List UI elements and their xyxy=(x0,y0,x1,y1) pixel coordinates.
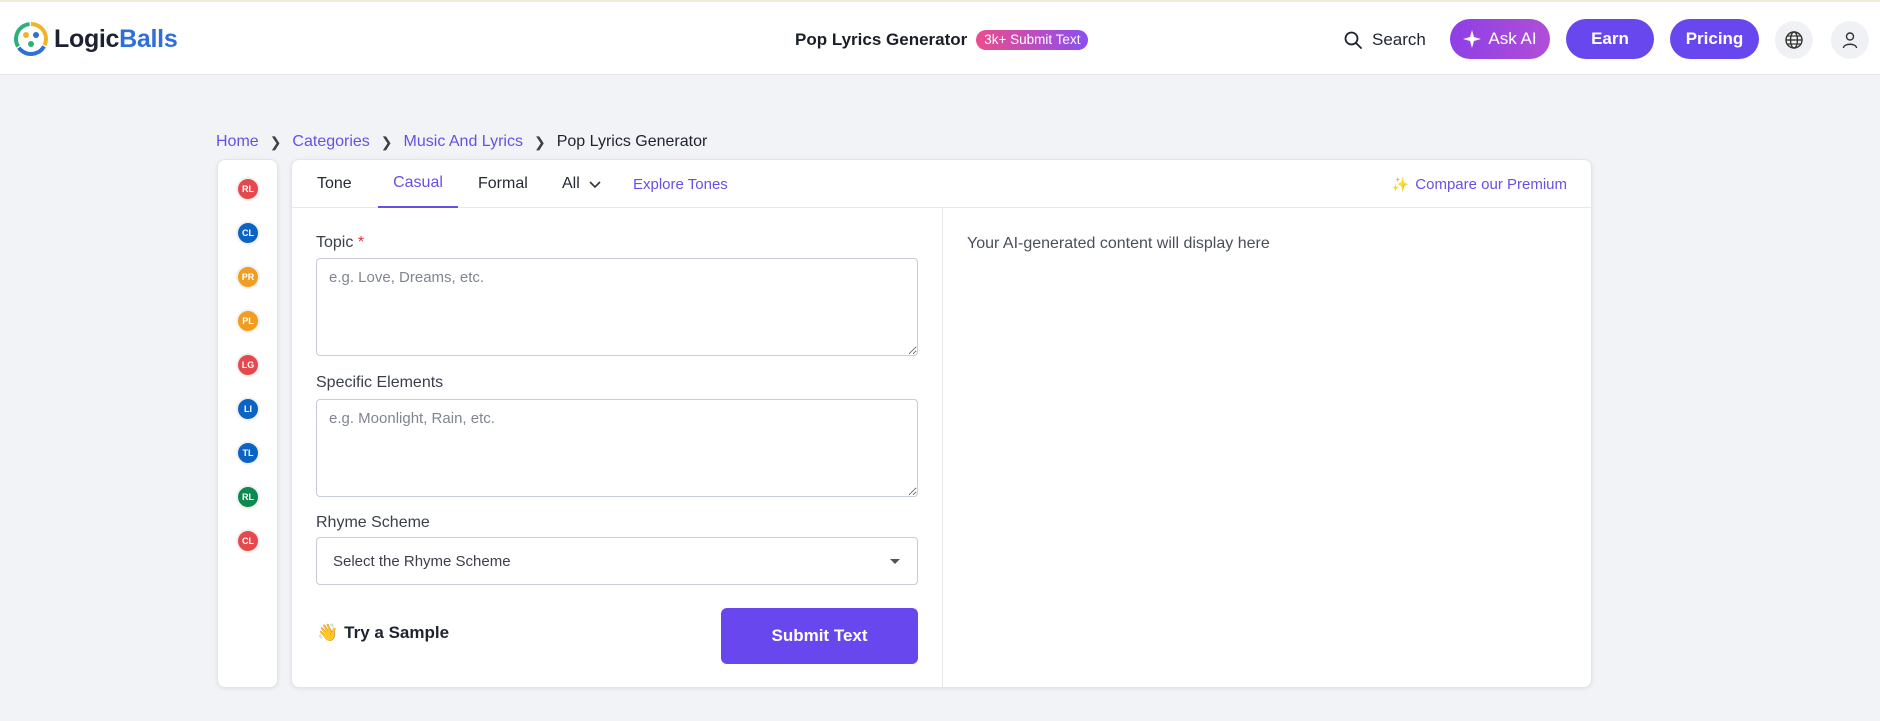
specific-elements-label: Specific Elements xyxy=(316,374,444,391)
output-placeholder: Your AI-generated content will display h… xyxy=(967,235,1270,252)
ask-ai-label: Ask AI xyxy=(1488,29,1537,48)
logo[interactable]: LogicBalls xyxy=(12,20,178,58)
tool-avatar[interactable]: RL xyxy=(236,485,260,509)
tab-all-label: All xyxy=(562,175,580,192)
rhyme-scheme-value: Select the Rhyme Scheme xyxy=(333,552,511,570)
search-label: Search xyxy=(1372,30,1426,49)
account-button[interactable] xyxy=(1831,21,1869,59)
rhyme-scheme-label: Rhyme Scheme xyxy=(316,514,430,531)
usage-badge: 3k+ Submit Text xyxy=(976,30,1089,50)
tool-avatar[interactable]: CL xyxy=(236,221,260,245)
ask-ai-button[interactable]: Ask AI xyxy=(1450,19,1550,59)
tool-avatar[interactable]: LG xyxy=(236,353,260,377)
logo-text: LogicBalls xyxy=(54,24,178,54)
required-marker: * xyxy=(357,234,365,251)
chevron-down-icon xyxy=(589,181,601,189)
input-form: Topic * Specific Elements Rhyme Scheme S… xyxy=(292,208,942,687)
topic-input[interactable] xyxy=(316,258,918,356)
tone-tabs: Tone Casual Formal All Explore Tones ✨ C… xyxy=(292,160,1591,208)
submit-button[interactable]: Submit Text xyxy=(721,608,918,664)
try-sample-button[interactable]: 👋 Try a Sample xyxy=(317,621,449,645)
globe-icon xyxy=(1785,31,1803,49)
sparkle-icon xyxy=(1463,30,1482,48)
compare-premium-label: Compare our Premium xyxy=(1415,175,1567,193)
tool-avatar[interactable]: TL xyxy=(236,441,260,465)
page-title: Pop Lyrics Generator xyxy=(795,30,968,49)
related-tools-rail: RL CL PR PL LG LI TL RL CL xyxy=(217,159,278,688)
tab-tone[interactable]: Tone xyxy=(317,160,352,208)
chevron-right-icon: ❯ xyxy=(533,133,546,150)
rhyme-scheme-select[interactable]: Select the Rhyme Scheme xyxy=(316,537,918,585)
breadcrumb-current: Pop Lyrics Generator xyxy=(556,133,708,150)
pricing-button[interactable]: Pricing xyxy=(1670,19,1759,59)
search-icon xyxy=(1344,31,1362,49)
tool-avatar[interactable]: PL xyxy=(236,309,260,333)
tab-casual[interactable]: Casual xyxy=(378,160,458,208)
user-icon xyxy=(1842,32,1858,49)
tab-all-dropdown[interactable]: All xyxy=(562,160,602,208)
waving-hand-icon: 👋 xyxy=(317,623,339,642)
pane-divider xyxy=(942,208,943,687)
breadcrumb-home[interactable]: Home xyxy=(216,133,259,151)
topic-label-text: Topic xyxy=(316,234,354,251)
logo-icon xyxy=(14,22,48,56)
chevron-right-icon: ❯ xyxy=(269,133,282,150)
tab-formal[interactable]: Formal xyxy=(478,160,528,208)
tool-avatar[interactable]: PR xyxy=(236,265,260,289)
tool-avatar[interactable]: RL xyxy=(236,177,260,201)
earn-button[interactable]: Earn xyxy=(1566,19,1654,59)
logo-word-logic: Logic xyxy=(54,24,120,53)
tool-avatar[interactable]: CL xyxy=(236,529,260,553)
explore-tones-link[interactable]: Explore Tones xyxy=(633,160,728,208)
breadcrumb-categories[interactable]: Categories xyxy=(292,133,369,151)
caret-down-icon xyxy=(890,559,900,564)
sparkles-icon: ✨ xyxy=(1391,175,1410,192)
topic-label: Topic * xyxy=(316,234,364,252)
search-button[interactable]: Search xyxy=(1343,26,1426,54)
generator-card: Tone Casual Formal All Explore Tones ✨ C… xyxy=(291,159,1592,688)
tool-title: Pop Lyrics Generator 3k+ Submit Text xyxy=(795,28,1089,52)
breadcrumb-music-and-lyrics[interactable]: Music And Lyrics xyxy=(404,133,523,151)
tool-avatar[interactable]: LI xyxy=(236,397,260,421)
try-sample-label: Try a Sample xyxy=(344,623,450,642)
breadcrumb: Home ❯ Categories ❯ Music And Lyrics ❯ P… xyxy=(216,131,707,153)
specific-elements-input[interactable] xyxy=(316,399,918,497)
top-header: LogicBalls Pop Lyrics Generator 3k+ Subm… xyxy=(0,2,1880,75)
compare-premium-link[interactable]: ✨ Compare our Premium xyxy=(1392,160,1567,208)
language-button[interactable] xyxy=(1775,21,1813,59)
logo-word-balls: Balls xyxy=(119,24,178,53)
chevron-right-icon: ❯ xyxy=(380,133,393,150)
